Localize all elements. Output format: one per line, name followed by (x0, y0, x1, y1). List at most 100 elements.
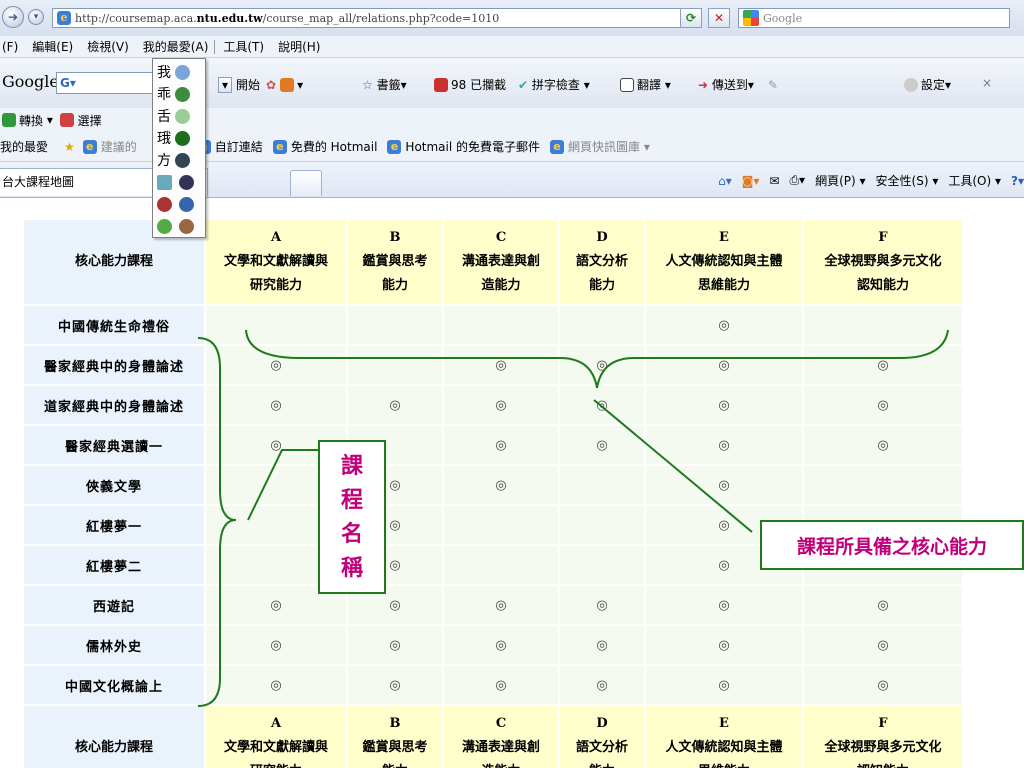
column-letter: B (389, 230, 401, 245)
course-name-cell[interactable]: 儒林外史 (24, 626, 204, 664)
ability-column-header: E 人文傳統認知與主體思維能力 (646, 706, 802, 768)
flyout-label: 珴 (157, 131, 171, 147)
back-button[interactable]: ➔ (2, 6, 24, 28)
pin-icon: ✿ (266, 77, 277, 92)
flyout-item[interactable] (157, 215, 201, 237)
earth-icon (175, 130, 190, 146)
course-name-cell[interactable]: 中國傳統生命禮俗 (24, 306, 204, 344)
menu-edit[interactable]: 編輯(E) (32, 38, 73, 55)
popup-blocker[interactable]: 98 已攔截 (434, 76, 506, 93)
translate-button[interactable]: 翻譯 ▾ (620, 76, 671, 93)
pencil-icon: ✎ (767, 77, 778, 92)
column-title-line1: 溝通表達與創 (461, 254, 540, 269)
tools-menu[interactable]: 工具(O) ▾ (948, 172, 1001, 189)
flyout-item[interactable] (157, 193, 201, 215)
spell-check-button[interactable]: ✔ 拼字檢查 ▾ (518, 76, 590, 93)
flyout-item[interactable]: 舌 (157, 105, 201, 127)
ability-mark-cell: ◎ (206, 386, 346, 424)
ability-mark-cell (560, 506, 644, 544)
safety-menu[interactable]: 安全性(S) ▾ (876, 172, 939, 189)
chevron-down-icon: ▾ (33, 12, 39, 22)
course-name-cell[interactable]: 醫家經典選讀一 (24, 426, 204, 464)
flyout-item[interactable] (157, 171, 201, 193)
convert-button[interactable]: 轉換 (19, 112, 43, 129)
google-bookmarks-button[interactable]: ☆ 書籤▾ (362, 76, 407, 93)
flyout-item[interactable]: 乖 (157, 83, 201, 105)
ie-page-icon: e (82, 139, 97, 154)
ability-mark-cell: ◎ (646, 586, 802, 624)
close-toolbar-button[interactable]: × (982, 76, 992, 90)
spellcheck-icon: ✔ (518, 77, 529, 92)
fav-web-slice-gallery[interactable]: 網頁快訊圖庫 ▾ (568, 138, 650, 155)
folder-icon (179, 218, 194, 234)
ability-mark-cell: ◎ (646, 346, 802, 384)
send-to-label: 傳送到▾ (711, 78, 754, 92)
page-menu[interactable]: 網頁(P) ▾ (815, 172, 865, 189)
course-name-cell[interactable]: 道家經典中的身體論述 (24, 386, 204, 424)
google-search-field[interactable]: G▾ (56, 72, 156, 94)
ability-mark-cell (348, 346, 442, 384)
course-name-cell[interactable]: 醫家經典中的身體論述 (24, 346, 204, 384)
mail-icon[interactable]: ✉ (769, 174, 779, 188)
menu-help[interactable]: 說明(H) (278, 38, 320, 55)
ability-column-header: E 人文傳統認知與主體思維能力 (646, 220, 802, 304)
menu-file[interactable]: (F) (2, 40, 18, 54)
menu-favorites[interactable]: 我的最愛(A) (143, 38, 209, 55)
course-name-cell[interactable]: 西遊記 (24, 586, 204, 624)
fav-free-hotmail[interactable]: 免費的 Hotmail (291, 138, 378, 155)
history-dropdown[interactable]: ▾ (28, 9, 44, 25)
help-icon[interactable]: ?▾ (1011, 174, 1024, 188)
course-name-cell[interactable]: 俠義文學 (24, 466, 204, 504)
menu-view[interactable]: 檢視(V) (87, 38, 129, 55)
feeds-icon[interactable]: ◙▾ (742, 174, 760, 188)
google-logo: Google (2, 72, 59, 91)
column-letter: D (596, 230, 608, 245)
ability-mark-cell: ◎ (348, 626, 442, 664)
add-favorite-icon[interactable]: ★ (64, 140, 75, 154)
refresh-button[interactable]: ⟳ (680, 8, 702, 28)
search-input[interactable]: Google (738, 8, 1010, 28)
url-suffix: /course_map_all/relations.php?code=1010 (262, 11, 500, 25)
flyout-item[interactable]: 我 (157, 61, 201, 83)
google-g-button[interactable]: G▾ (60, 76, 76, 90)
new-tab-button[interactable] (290, 170, 322, 196)
column-letter: D (596, 716, 608, 731)
course-name-cell[interactable]: 紅樓夢一 (24, 506, 204, 544)
course-name-char: 稱 (340, 555, 363, 581)
home-icon[interactable]: ⌂▾ (718, 174, 732, 188)
column-title-line2: 能力 (560, 760, 644, 768)
course-name-cell[interactable]: 紅樓夢二 (24, 546, 204, 584)
favorites-label[interactable]: 我的最愛 (0, 138, 48, 155)
stop-button[interactable]: ✕ (708, 8, 730, 28)
ability-mark-cell (348, 306, 442, 344)
ability-mark-cell: ◎ (646, 666, 802, 704)
column-letter: F (878, 716, 888, 731)
user-icon (157, 218, 172, 234)
print-icon[interactable]: ⎙▾ (789, 173, 805, 188)
course-name-cell[interactable]: 中國文化概論上 (24, 666, 204, 704)
ability-mark-cell: ◎ (646, 386, 802, 424)
column-title-line2: 造能力 (481, 278, 521, 293)
chevron-down-icon: ▾ (218, 76, 232, 93)
address-bar[interactable]: e http://coursemap.aca. ntu.edu.tw/course… (52, 8, 702, 28)
fav-hotmail-free-email[interactable]: Hotmail 的免費電子郵件 (405, 138, 540, 155)
flyout-item[interactable]: 珴 (157, 127, 201, 149)
command-bar: ⌂▾ ◙▾ ✉ ⎙▾ 網頁(P) ▾ 安全性(S) ▾ 工具(O) ▾ ?▾ (708, 172, 1024, 189)
fav-custom-links[interactable]: 自訂連結 (215, 138, 263, 155)
table-row: 儒林外史 ◎ ◎ ◎ ◎ ◎ ◎ (24, 626, 962, 664)
google-start-button[interactable]: ▾ 開始 ✿ ▾ (218, 76, 303, 93)
select-button[interactable]: 選擇 (77, 112, 101, 129)
course-name-char: 名 (340, 521, 363, 547)
settings-button[interactable]: 設定▾ (904, 76, 951, 93)
flyout-item[interactable]: 方 (157, 149, 201, 171)
fav-suggested[interactable]: 建議的 (101, 138, 137, 155)
send-to-button[interactable]: ➜ 傳送到▾ ✎ (698, 76, 778, 93)
select-icon (60, 113, 75, 127)
course-name-char: 課 (340, 453, 363, 479)
flyout-label: 舌 (157, 109, 171, 125)
column-letter: B (389, 716, 401, 731)
ability-mark-cell (804, 306, 962, 344)
menu-tools[interactable]: 工具(T) (223, 38, 264, 55)
column-title-line2: 能力 (381, 278, 408, 293)
page-content: 核心能力課程 A 文學和文獻解讀與 研究能力 B 鑑賞與思考 能力 C 溝通表達與創 造能力 D 語文… (0, 198, 1024, 768)
